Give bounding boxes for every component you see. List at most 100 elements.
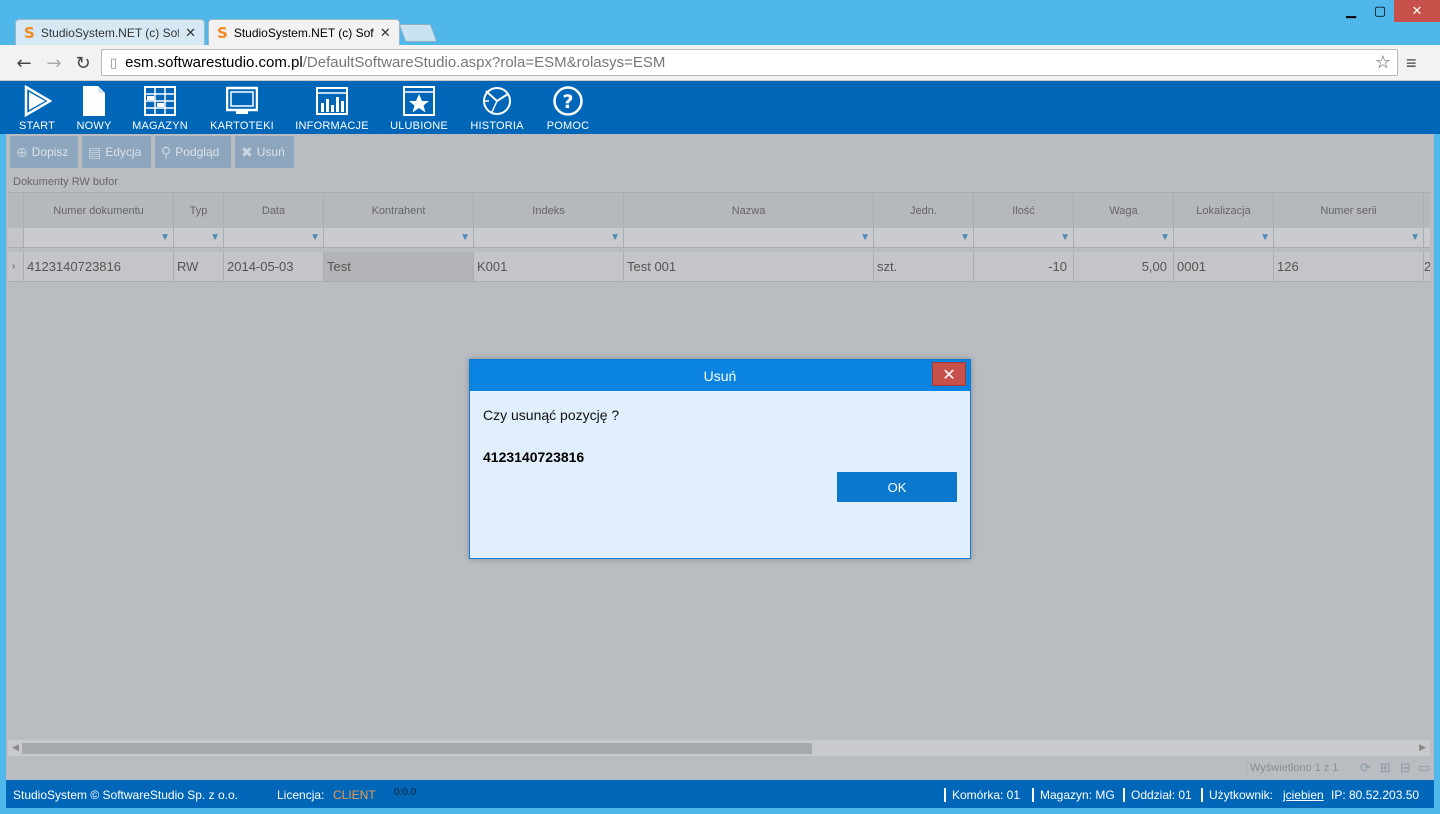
cell-overflow: 2 (1424, 259, 1430, 274)
status-ip: IP: 80.52.203.50 (1331, 788, 1420, 802)
menu-nowy[interactable]: NOWY (74, 81, 114, 134)
cell-index[interactable]: K001 (474, 252, 624, 281)
tab-title: StudioSystem.NET (c) Soft (40, 25, 180, 40)
delete-button[interactable]: ✖ Usuń (235, 136, 294, 168)
menu-start[interactable]: START (16, 81, 58, 134)
status-license-value: CLIENT (333, 788, 376, 802)
filter-icon[interactable]: ▼ (24, 228, 174, 247)
cell-quantity[interactable]: -10 (974, 252, 1074, 281)
url-host: esm.softwarestudio.com.pl (125, 54, 303, 71)
new-tab-button[interactable] (398, 24, 438, 42)
table-row[interactable]: › 4123140723816 RW 2014-05-03 Test K001 … (8, 252, 1430, 282)
dialog-close-button[interactable]: ✕ (932, 362, 966, 386)
grid-header-row: Numer dokumentu Typ Data Kontrahent Inde… (8, 192, 1430, 228)
grid-pager: Wyświetlono 1 z 1 ⟳ ⊞ ⊟ ▭ (8, 758, 1430, 778)
menu-pomoc[interactable]: ? POMOC (544, 81, 592, 134)
help-icon: ? (552, 85, 584, 117)
grid-title: Dokumenty RW bufor (13, 176, 118, 188)
status-timer: 0:0.0 (394, 787, 417, 798)
tab-close-icon[interactable]: ✕ (380, 25, 391, 41)
browser-tab-2[interactable]: S StudioSystem.NET (c) Soft ✕ (208, 19, 400, 46)
reload-icon[interactable]: ↻ (73, 53, 93, 74)
menu-kartoteki[interactable]: KARTOTEKI (206, 81, 278, 134)
play-icon (21, 85, 53, 117)
edit-button[interactable]: ▤ Edycja (82, 136, 151, 168)
forward-arrow-icon[interactable]: → (44, 53, 64, 74)
filter-icon[interactable]: ▼ (974, 228, 1074, 247)
column-header[interactable]: Numer dokumentu (24, 193, 174, 228)
preview-button[interactable]: ⚲ Podgląd (155, 136, 231, 168)
cell-location[interactable]: 0001 (1174, 252, 1274, 281)
app-menu-bar: START NOWY MAGAZYN KARTOTEKI INFORMACJE … (0, 81, 1440, 134)
cell-contractor[interactable]: Test (324, 252, 474, 281)
bookmark-star-icon[interactable]: ☆ (1375, 52, 1391, 73)
filter-icon[interactable]: ▼ (224, 228, 324, 247)
dialog-title: Usuń (470, 360, 970, 391)
studiosystem-favicon-icon: S (24, 23, 35, 42)
column-header[interactable]: Typ (174, 193, 224, 228)
column-header[interactable]: Kontrahent (324, 193, 474, 228)
status-user-label: Użytkownik: (1201, 788, 1273, 802)
status-bar: StudioSystem © SoftwareStudio Sp. z o.o.… (6, 780, 1434, 808)
menu-historia[interactable]: HISTORIA (466, 81, 528, 134)
filter-icon[interactable]: ▼ (1274, 228, 1424, 247)
window-close-button[interactable]: ✕ (1394, 0, 1440, 22)
export-icon[interactable]: ⊞ (1380, 760, 1391, 776)
url-path: /DefaultSoftwareStudio.aspx?rola=ESM&rol… (302, 54, 666, 71)
page-icon: ▯ (110, 54, 118, 70)
cell-document-number[interactable]: 4123140723816 (24, 252, 174, 281)
status-user-link[interactable]: jciebien (1283, 788, 1324, 802)
action-toolbar: ⊕ Dopisz ▤ Edycja ⚲ Podgląd ✖ Usuń (10, 136, 294, 168)
cell-type[interactable]: RW (174, 252, 224, 281)
cell-weight[interactable]: 5,00 (1074, 252, 1174, 281)
plus-icon: ⊕ (16, 143, 28, 160)
column-header[interactable]: Waga (1074, 193, 1174, 228)
window-minimize-button[interactable]: ▁ (1336, 0, 1366, 22)
scrollbar-thumb[interactable] (22, 743, 812, 754)
monitor-icon (226, 85, 258, 117)
print-icon[interactable]: ▭ (1418, 760, 1430, 776)
warehouse-grid-icon (144, 85, 176, 117)
column-header[interactable]: Ilość (974, 193, 1074, 228)
filter-icon[interactable]: ▼ (324, 228, 474, 247)
add-button[interactable]: ⊕ Dopisz (10, 136, 78, 168)
history-icon (481, 85, 513, 117)
browser-toolbar: ← → ↻ ▯ esm.softwarestudio.com.pl /Defau… (0, 45, 1440, 81)
column-header[interactable]: Numer serii (1274, 193, 1424, 228)
column-header[interactable]: Indeks (474, 193, 624, 228)
filter-icon[interactable]: ▼ (474, 228, 624, 247)
row-expand-chevron-icon[interactable]: › (8, 252, 24, 281)
scroll-left-arrow-icon[interactable]: ◀ (12, 742, 19, 753)
filter-icon[interactable]: ▼ (174, 228, 224, 247)
filter-icon[interactable]: ▼ (874, 228, 974, 247)
status-oddzial: Oddział: 01 (1123, 788, 1192, 802)
horizontal-scrollbar[interactable]: ◀ ▶ (8, 740, 1430, 756)
cell-name[interactable]: Test 001 (624, 252, 874, 281)
column-header[interactable]: Jedn. (874, 193, 974, 228)
filter-icon[interactable]: ▼ (1074, 228, 1174, 247)
browser-menu-icon[interactable]: ≡ (1406, 53, 1417, 74)
status-magazyn: Magazyn: MG (1032, 788, 1115, 802)
window-maximize-button[interactable]: ▢ (1366, 0, 1394, 22)
column-header[interactable]: Nazwa (624, 193, 874, 228)
browser-tab-1[interactable]: S StudioSystem.NET (c) Soft ✕ (15, 19, 205, 45)
menu-magazyn[interactable]: MAGAZYN (130, 81, 190, 134)
cell-date[interactable]: 2014-05-03 (224, 252, 324, 281)
tab-close-icon[interactable]: ✕ (185, 25, 196, 41)
back-arrow-icon[interactable]: ← (14, 53, 34, 74)
ok-button[interactable]: OK (837, 472, 957, 502)
cell-unit[interactable]: szt. (874, 252, 974, 281)
scroll-right-arrow-icon[interactable]: ▶ (1419, 742, 1426, 753)
refresh-icon[interactable]: ⟳ (1360, 760, 1371, 776)
filter-icon[interactable]: ▼ (624, 228, 874, 247)
filter-icon[interactable]: ▼ (1174, 228, 1274, 247)
dialog-question: Czy usunąć pozycję ? (483, 407, 620, 423)
cell-serial-number[interactable]: 126 (1274, 252, 1424, 281)
menu-ulubione[interactable]: ULUBIONE (388, 81, 450, 134)
settings-icon[interactable]: ⊟ (1400, 760, 1411, 776)
column-header[interactable]: Lokalizacja (1174, 193, 1274, 228)
column-header[interactable]: Data (224, 193, 324, 228)
svg-text:?: ? (562, 91, 573, 113)
address-bar[interactable]: ▯ esm.softwarestudio.com.pl /DefaultSoft… (101, 49, 1398, 76)
menu-informacje[interactable]: INFORMACJE (294, 81, 370, 134)
